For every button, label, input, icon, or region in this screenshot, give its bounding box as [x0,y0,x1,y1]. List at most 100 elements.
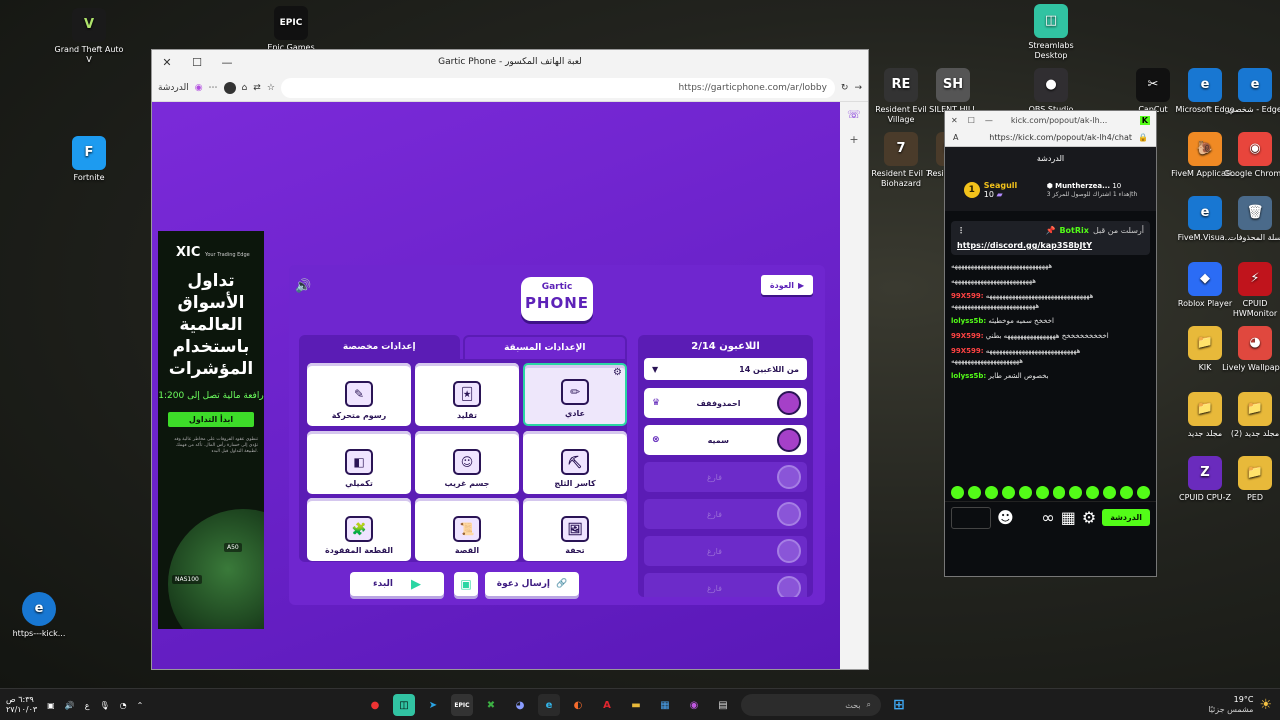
desktop-icon-epic[interactable]: EPIC Epic Games [256,6,326,53]
mode-card[interactable]: 🖼 تحفة [523,498,627,562]
desktop-icon-fortnite[interactable]: F Fortnite [54,136,124,183]
weather-widget[interactable]: 19°C مشمس جزئيًا ☀ [1208,689,1272,720]
desktop-icon[interactable]: 📁 (2) مجلد جديد [1220,392,1280,439]
taskbar-origin-icon[interactable]: ◐ [567,694,589,716]
chat-username[interactable]: lolyss5b: [951,317,986,325]
emote-icon[interactable] [1001,485,1015,499]
emoji-icon[interactable]: ☻ [997,508,1014,527]
mode-card[interactable]: 🃏 تقليد [415,363,519,426]
emote-icon[interactable] [1018,485,1032,499]
mode-card[interactable]: ◧ تكميلي [307,430,411,494]
taskbar-telegram-icon[interactable]: ➤ [422,694,444,716]
desktop-icon[interactable]: e FiveM.Visua... [1170,196,1240,243]
desktop-icon[interactable]: SHSILENT HILL [918,68,988,115]
taskbar-notes-icon[interactable]: ▤ [712,694,734,716]
desktop-icon[interactable]: ●OBS Studio [1016,68,1086,115]
speaker-icon[interactable]: 🔊 [295,279,311,294]
mode-card[interactable]: 🧩 القطعة المفقودة [307,498,411,562]
chat-send-button[interactable]: الدردشة [1102,509,1150,526]
translate-icon[interactable]: ⇄ [253,83,261,93]
tab-preset-settings[interactable]: الإعدادات المسبقة [462,335,627,359]
more-icon[interactable]: ⋯ [209,83,218,93]
taskbar-explorer-icon[interactable]: ▬ [625,694,647,716]
maximize-window-button[interactable]: ☐ [968,116,975,125]
emote-icon[interactable] [1069,485,1083,499]
emote-icon[interactable] [951,485,964,499]
notification-icon[interactable]: ▣ [47,701,55,710]
desktop-icon[interactable]: ◫ Streamlabs Desktop [1016,4,1086,61]
taskbar-copilot-icon[interactable]: ◉ [683,694,705,716]
mode-card[interactable]: ⛏ كاسر الثلج [523,430,627,494]
taskbar-search[interactable]: بحث ⌕ [741,694,881,716]
store-icon[interactable]: ▦ [1061,508,1076,527]
emote-icon[interactable] [967,485,981,499]
extension-icon[interactable]: ⌂ [242,83,248,93]
more-icon[interactable]: ⋮ [957,226,965,235]
start-windows-icon[interactable]: ⊞ [888,694,910,716]
desktop-icon[interactable]: e شخصي - Edge [1220,68,1280,115]
desktop-icon[interactable]: 📁 PED [1220,456,1280,503]
chat-username[interactable]: 99X599: [951,292,984,300]
language-indicator[interactable]: ع [85,701,90,710]
network-icon[interactable]: ◔ [120,701,127,710]
invite-button[interactable]: إرسال دعوة 🔗 [485,572,579,596]
taskbar-xbox-icon[interactable]: ✖ [480,694,502,716]
taskbar-streamlabs-icon[interactable]: ◫ [393,694,415,716]
desktop-icon[interactable]: ◉ Google Chrome [1220,132,1280,179]
ad-cta-button[interactable]: ابدأ التداول [168,412,254,427]
qr-code-button[interactable]: ▣ [454,572,478,596]
emote-icon[interactable] [1035,485,1049,499]
chat-label[interactable]: الدردشة [158,83,189,93]
mode-card[interactable]: 📜 القصة [415,498,519,562]
mode-card[interactable]: ☺ جسم غريب [415,430,519,494]
player-action-icon[interactable]: ♛ [652,398,660,408]
add-icon[interactable]: + [849,133,858,146]
chevron-up-icon[interactable]: ⌃ [137,701,144,710]
desktop-icon-gta[interactable]: V Grand Theft Auto V [54,8,124,65]
chat-username[interactable]: 99X599: [951,332,984,340]
player-action-icon[interactable]: ⊗ [652,435,660,445]
copilot-icon[interactable]: ◉ [195,83,203,93]
taskbar-acrobat-icon[interactable]: A [596,694,618,716]
taskbar-store-icon[interactable]: ▦ [654,694,676,716]
user-avatar[interactable] [951,506,991,529]
close-window-button[interactable]: ✕ [951,116,958,125]
emote-icon[interactable] [1103,485,1117,499]
microphone-icon[interactable]: 🎙 [99,701,109,710]
profile-icon[interactable] [223,81,236,94]
desktop-icon[interactable]: ◕ Lively Wallpaper [1220,326,1280,373]
kick-url[interactable]: https://kick.com/popout/ak-lh4/chat [989,133,1132,142]
chat-username[interactable]: 99X599: [951,347,984,355]
emote-icon[interactable] [1120,485,1134,499]
emote-icon[interactable] [1137,485,1151,499]
reload-icon[interactable]: ↻ [841,83,849,93]
url-field[interactable]: https://garticphone.com/ar/lobby [280,77,835,98]
mode-card[interactable]: ✏ عادي ⚙ [523,363,627,426]
taskbar-edge-icon[interactable]: e [538,694,560,716]
reader-icon[interactable]: A [953,133,958,142]
emote-icon[interactable] [984,485,998,499]
desktop-icon[interactable]: ⚡ CPUID HWMonitor [1220,262,1280,319]
forward-icon[interactable]: → [854,83,862,93]
pin-icon[interactable]: 📌 [1045,226,1055,235]
gift-leader-2[interactable]: ⬢ Muntherzea... 10 إهداء 1 اشتراك للوصول … [1047,182,1138,198]
minimize-window-button[interactable]: — [985,116,993,125]
pinned-link[interactable]: https://discord.gg/kap3S8bJtY [957,241,1144,250]
taskbar-app-icon[interactable]: ● [364,694,386,716]
tab-custom-settings[interactable]: إعدادات مخصصة [299,335,460,359]
emote-icon[interactable] [1052,485,1066,499]
start-button[interactable]: البدء ▶ [350,572,444,596]
back-button[interactable]: العودة ▶ [761,275,813,295]
clock[interactable]: ٦:٣٩ ص ٢٧/١٠/٠٣ [6,695,37,715]
favorite-star-icon[interactable]: ☆ [267,83,275,93]
ad-banner[interactable]: XIC Your Trading Edge تداول الأسواق العا… [158,231,264,629]
gear-icon[interactable]: ⚙ [613,367,622,378]
mode-card[interactable]: ✎ رسوم متحركة [307,363,411,426]
volume-icon[interactable]: 🔊 [65,701,75,710]
phone-icon[interactable]: ☏ [847,108,861,121]
taskbar-epic-icon[interactable]: EPIC [451,694,473,716]
chat-username[interactable]: lolyss5b: [951,372,986,380]
taskbar-discord-icon[interactable]: ◕ [509,694,531,716]
desktop-icon-kick-edge[interactable]: e https---kick... [4,592,74,639]
settings-icon[interactable]: ⚙ [1082,508,1096,527]
